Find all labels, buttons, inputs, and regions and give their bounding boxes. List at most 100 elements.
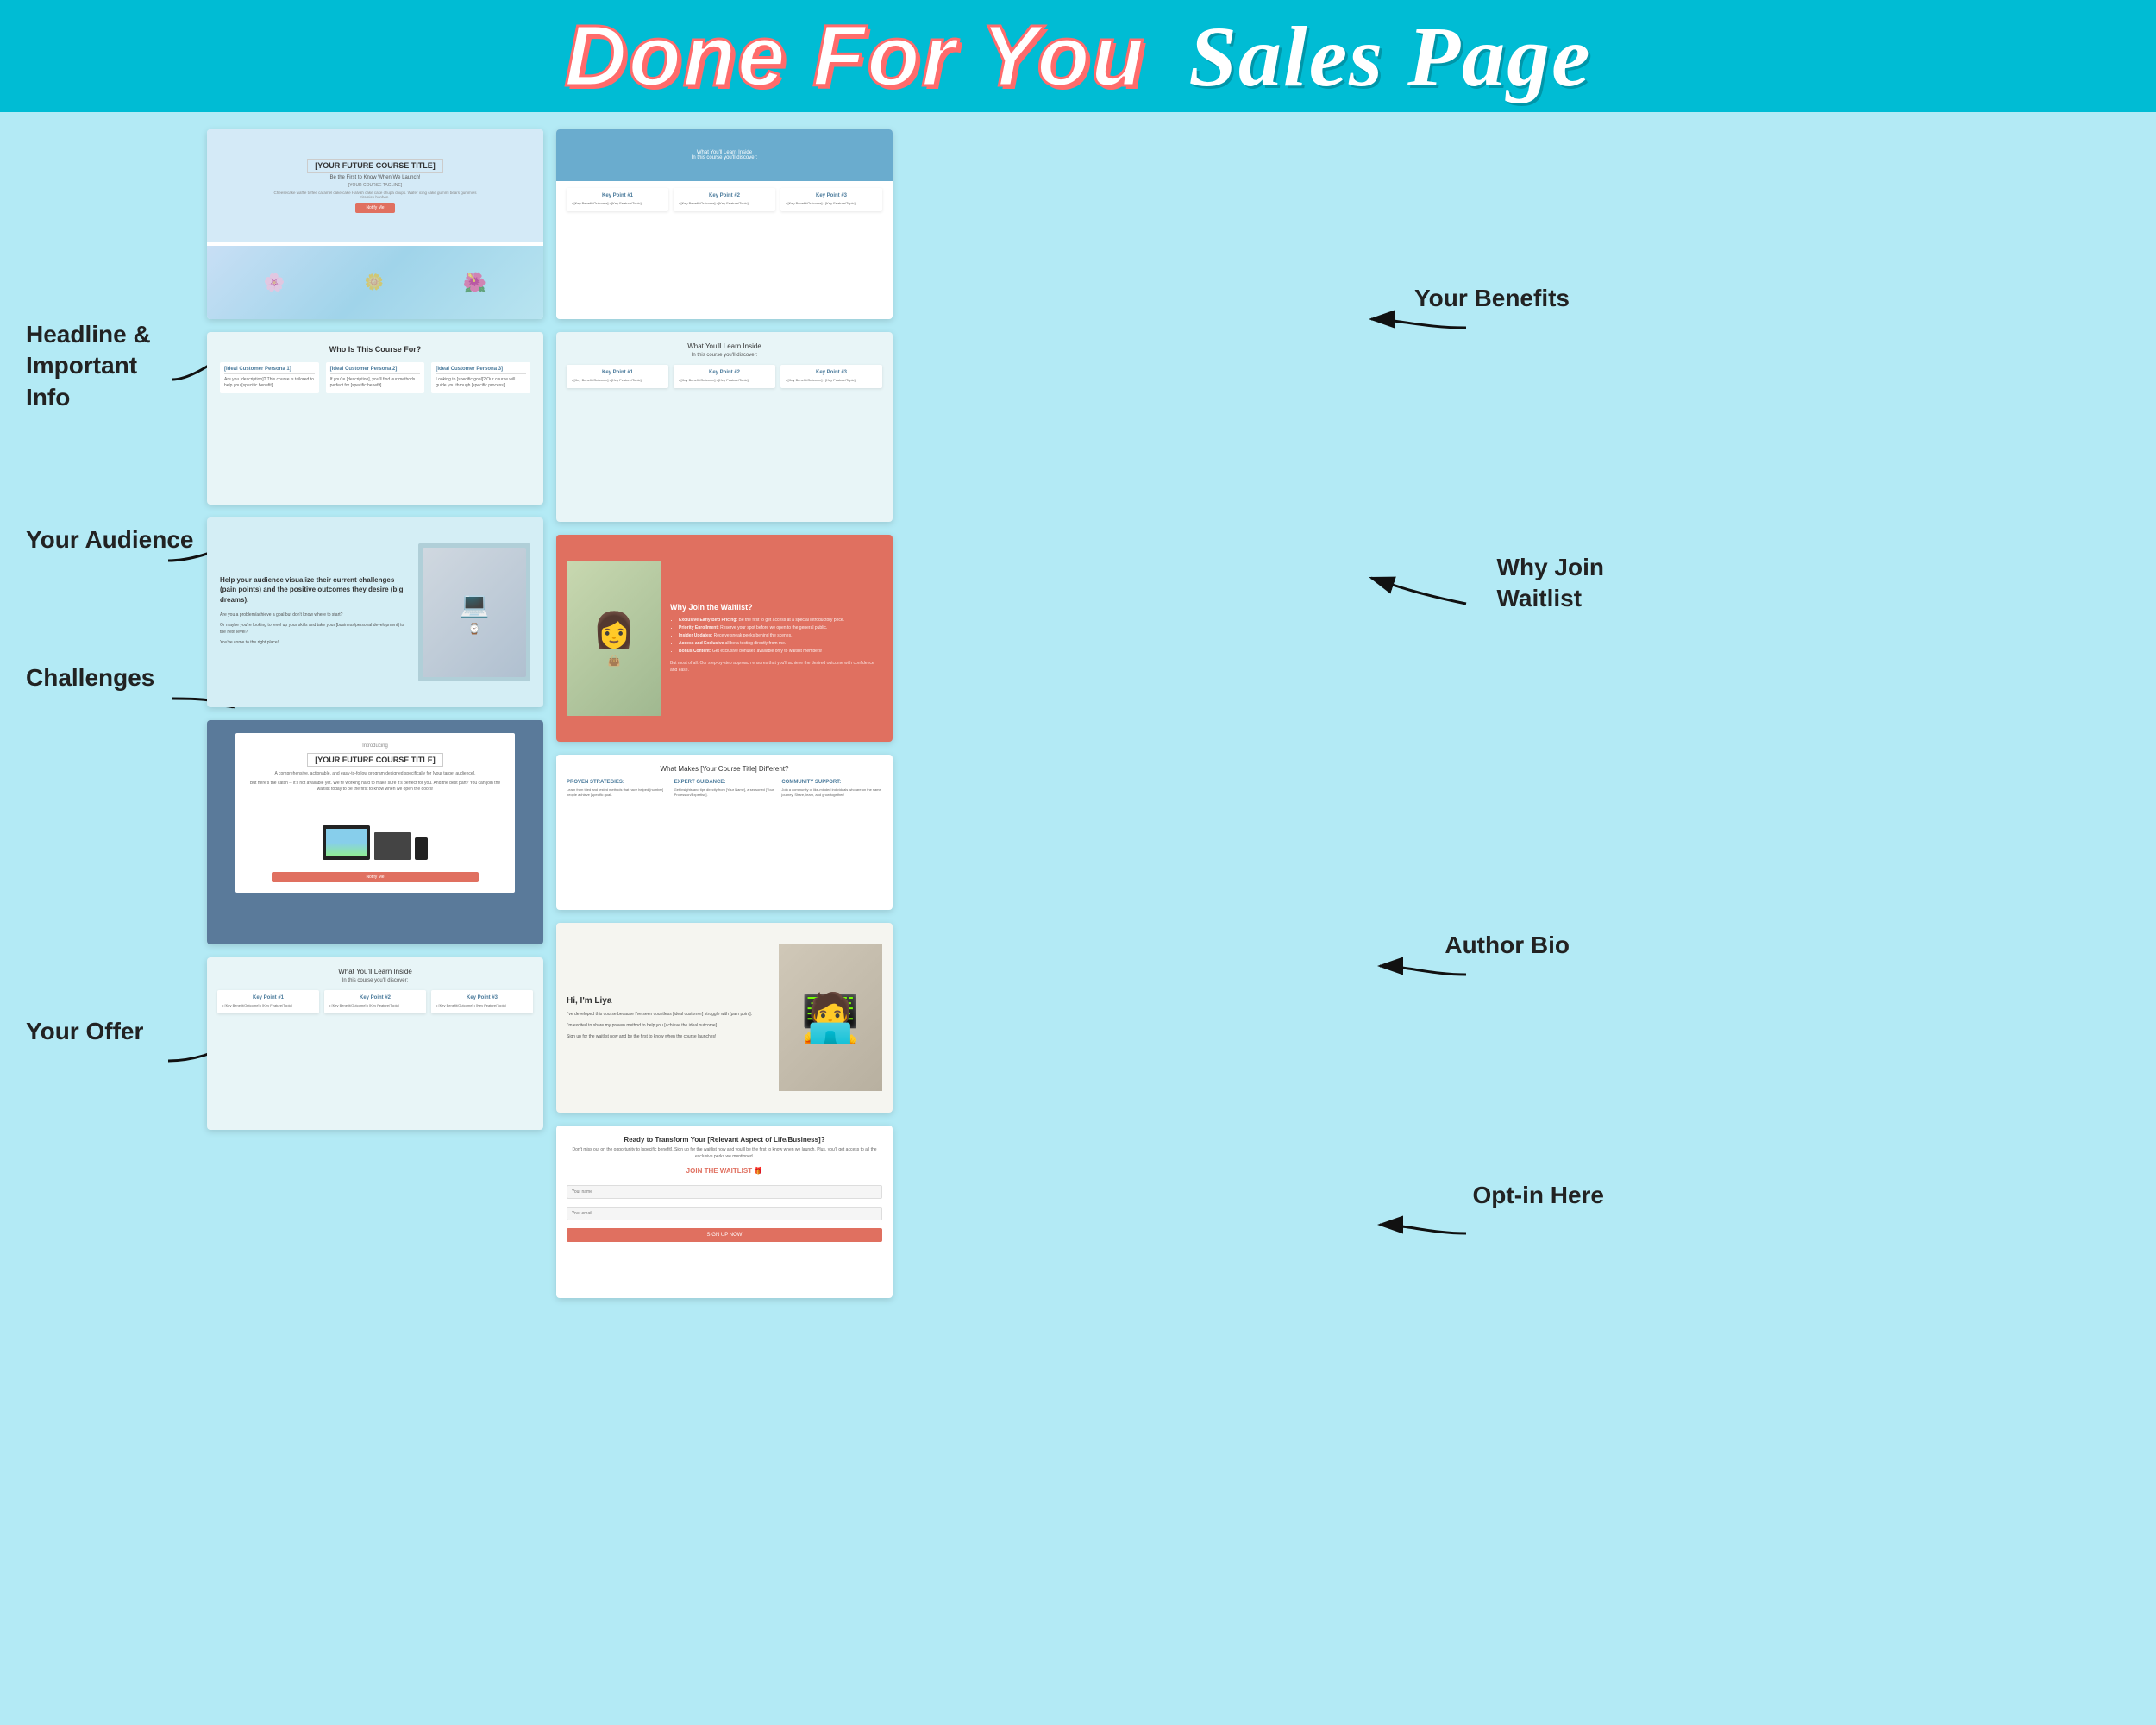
- audience-col-3: [Ideal Customer Persona 3] Looking to [s…: [431, 362, 530, 393]
- right-column: What You'll Learn Inside In this course …: [556, 129, 893, 1298]
- benefit-card-1-title: Key Point #1: [222, 995, 314, 1000]
- benefits-preview-title: What You'll Learn Inside: [217, 968, 533, 975]
- learn-card-3: Key Point #3 • [Key Benefit/Outcome] • […: [780, 365, 882, 388]
- waitlist-item-5: Bonus Content: Get exclusive bonuses ava…: [679, 648, 882, 656]
- author-photo-icon: 🧑‍💻: [801, 990, 860, 1046]
- different-col3-title: COMMUNITY SUPPORT:: [781, 780, 882, 785]
- different-col3-text: Join a community of like-minded individu…: [781, 787, 882, 798]
- hero-notify-button[interactable]: Notify Me: [355, 203, 394, 213]
- offer-button[interactable]: Notify Me: [272, 872, 479, 882]
- hero-tagline: Be the First to Know When We Launch!: [330, 175, 421, 180]
- learn-card-2-title: Key Point #2: [679, 370, 770, 375]
- label-author-bio: Author Bio: [1445, 932, 1570, 959]
- learn-section: What You'll Learn Inside In this course …: [556, 332, 893, 522]
- benefits-preview-section: What You'll Learn Inside In this course …: [207, 957, 543, 1130]
- hero-section: [YOUR FUTURE COURSE TITLE] Be the First …: [207, 129, 543, 319]
- waitlist-section: 👩 👜 Why Join the Waitlist? Exclusive Ear…: [556, 535, 893, 742]
- label-optin: Opt-in Here: [1473, 1182, 1604, 1209]
- challenges-watch-icon: ⌚: [468, 623, 481, 635]
- benefit-card-2-title: Key Point #2: [329, 995, 421, 1000]
- challenges-para1: Are you a problem/achieve a goal but don…: [220, 612, 405, 618]
- right-benefit-1-items: • [Key Benefit/Outcome] • [Key Feature/T…: [572, 201, 663, 206]
- label-audience: Your Audience: [26, 526, 193, 554]
- audience-col-2: [Ideal Customer Persona 2] If you're [de…: [326, 362, 425, 393]
- author-title: Hi, I'm Liya: [567, 996, 770, 1006]
- hero-description: Cheesecake waffle toffee caramel cake ca…: [272, 191, 479, 199]
- audience-col-1: [Ideal Customer Persona 1] Are you [desc…: [220, 362, 319, 393]
- challenges-para2: Or maybe you're looking to level up your…: [220, 622, 405, 636]
- challenges-image: 💻 ⌚: [418, 543, 530, 681]
- author-section: Hi, I'm Liya I've developed this course …: [556, 923, 893, 1113]
- benefits-bar-sub: In this course you'll discover:: [692, 155, 758, 160]
- different-col-3: COMMUNITY SUPPORT: Join a community of l…: [781, 780, 882, 798]
- hero-decorative-area: 🌸 🌼 🌺: [207, 246, 543, 319]
- right-benefit-2-title: Key Point #2: [679, 193, 770, 198]
- columns-wrapper: [YOUR FUTURE COURSE TITLE] Be the First …: [207, 129, 914, 1298]
- different-title: What Makes [Your Course Title] Different…: [567, 765, 882, 773]
- header-banner: Done For You Sales Page: [0, 0, 2156, 112]
- benefit-card-3-title: Key Point #3: [436, 995, 528, 1000]
- offer-inner: Introducing [YOUR FUTURE COURSE TITLE] A…: [235, 733, 515, 893]
- persona1-title: [Ideal Customer Persona 1]: [224, 367, 315, 374]
- hero-flower-left: 🌸: [264, 272, 285, 293]
- author-para2: I'm excited to share my proven method to…: [567, 1022, 770, 1029]
- optin-submit-button[interactable]: SIGN UP NOW: [567, 1228, 882, 1242]
- waitlist-person-image: 👩 👜: [567, 561, 661, 716]
- learn-cards: Key Point #1 • [Key Benefit/Outcome] • […: [567, 365, 882, 388]
- author-para3: Sign up for the waitlist now and be the …: [567, 1033, 770, 1040]
- header-title: Done For You Sales Page: [565, 13, 1592, 100]
- persona2-text: If you're [description], you'll find our…: [330, 377, 421, 389]
- waitlist-title: Why Join the Waitlist?: [670, 603, 882, 612]
- right-benefit-3-title: Key Point #3: [786, 193, 877, 198]
- audience-columns: [Ideal Customer Persona 1] Are you [desc…: [220, 362, 530, 393]
- benefit-card-1: Key Point #1 • [Key Benefit/Outcome] • […: [217, 990, 319, 1013]
- offer-devices: [246, 800, 505, 860]
- hero-tagline2: [YOUR COURSE TAGLINE]: [331, 183, 419, 188]
- right-benefit-card-3: Key Point #3 • [Key Benefit/Outcome] • […: [780, 188, 882, 211]
- challenges-img-inner: 💻 ⌚: [423, 548, 526, 677]
- label-your-offer: Your Offer: [26, 1018, 143, 1045]
- waitlist-items-list: Exclusive Early Bird Pricing: Be the fir…: [670, 617, 882, 656]
- title-sales-page: Sales Page: [1188, 9, 1591, 104]
- persona1-text: Are you [description]? This course is ta…: [224, 377, 315, 389]
- main-content: Headline & Important Info Your Audience …: [0, 112, 2156, 1725]
- benefit-card-2-items: • [Key Benefit/Outcome] • [Key Feature/T…: [329, 1003, 421, 1008]
- optin-cta-text: JOIN THE WAITLIST 🎁: [567, 1167, 882, 1175]
- right-benefits-section: What You'll Learn Inside In this course …: [556, 129, 893, 319]
- benefits-preview-sub: In this course you'll discover:: [217, 978, 533, 983]
- offer-note: But here's the catch -- it's not availab…: [246, 781, 505, 793]
- different-col2-title: EXPERT GUIDANCE:: [674, 780, 775, 785]
- benefits-preview-cards: Key Point #1 • [Key Benefit/Outcome] • […: [217, 990, 533, 1013]
- different-col-2: EXPERT GUIDANCE: Get insights and tips d…: [674, 780, 775, 798]
- right-benefit-3-items: • [Key Benefit/Outcome] • [Key Feature/T…: [786, 201, 877, 206]
- hero-flower-center: 🌼: [365, 273, 384, 292]
- left-column: [YOUR FUTURE COURSE TITLE] Be the First …: [207, 129, 543, 1298]
- author-para1: I've developed this course because I've …: [567, 1011, 770, 1018]
- optin-section: Ready to Transform Your [Relevant Aspect…: [556, 1126, 893, 1298]
- hero-flower-right: 🌺: [463, 272, 486, 294]
- waitlist-item-2: Priority Enrollment: Reserve your spot b…: [679, 624, 882, 632]
- learn-card-2-items: • [Key Benefit/Outcome] • [Key Feature/T…: [679, 378, 770, 383]
- audience-title: Who Is This Course For?: [220, 345, 530, 354]
- learn-card-2: Key Point #2 • [Key Benefit/Outcome] • […: [674, 365, 775, 388]
- benefit-card-3-items: • [Key Benefit/Outcome] • [Key Feature/T…: [436, 1003, 528, 1008]
- learn-card-1-title: Key Point #1: [572, 370, 663, 375]
- optin-email-field[interactable]: [567, 1207, 882, 1220]
- label-challenges: Challenges: [26, 664, 154, 692]
- waitlist-item-1: Exclusive Early Bird Pricing: Be the fir…: [679, 617, 882, 624]
- label-benefits: Your Benefits: [1414, 285, 1570, 312]
- benefits-top-bar: What You'll Learn Inside In this course …: [556, 129, 893, 181]
- author-photo: 🧑‍💻: [779, 944, 882, 1091]
- different-columns: PROVEN STRATEGIES: Learn from tried and …: [567, 780, 882, 798]
- audience-section: Who Is This Course For? [Ideal Customer …: [207, 332, 543, 505]
- persona3-text: Looking to [specific goal]? Our course w…: [436, 377, 526, 389]
- device-monitor: [323, 825, 370, 860]
- challenges-section: Help your audience visualize their curre…: [207, 518, 543, 707]
- right-benefit-card-2: Key Point #2 • [Key Benefit/Outcome] • […: [674, 188, 775, 211]
- offer-intro: Introducing: [246, 743, 505, 749]
- learn-card-1-items: • [Key Benefit/Outcome] • [Key Feature/T…: [572, 378, 663, 383]
- optin-name-field[interactable]: [567, 1185, 882, 1199]
- monitor-screen: [326, 829, 367, 856]
- persona2-title: [Ideal Customer Persona 2]: [330, 367, 421, 374]
- right-benefits-cards: Key Point #1 • [Key Benefit/Outcome] • […: [567, 188, 882, 211]
